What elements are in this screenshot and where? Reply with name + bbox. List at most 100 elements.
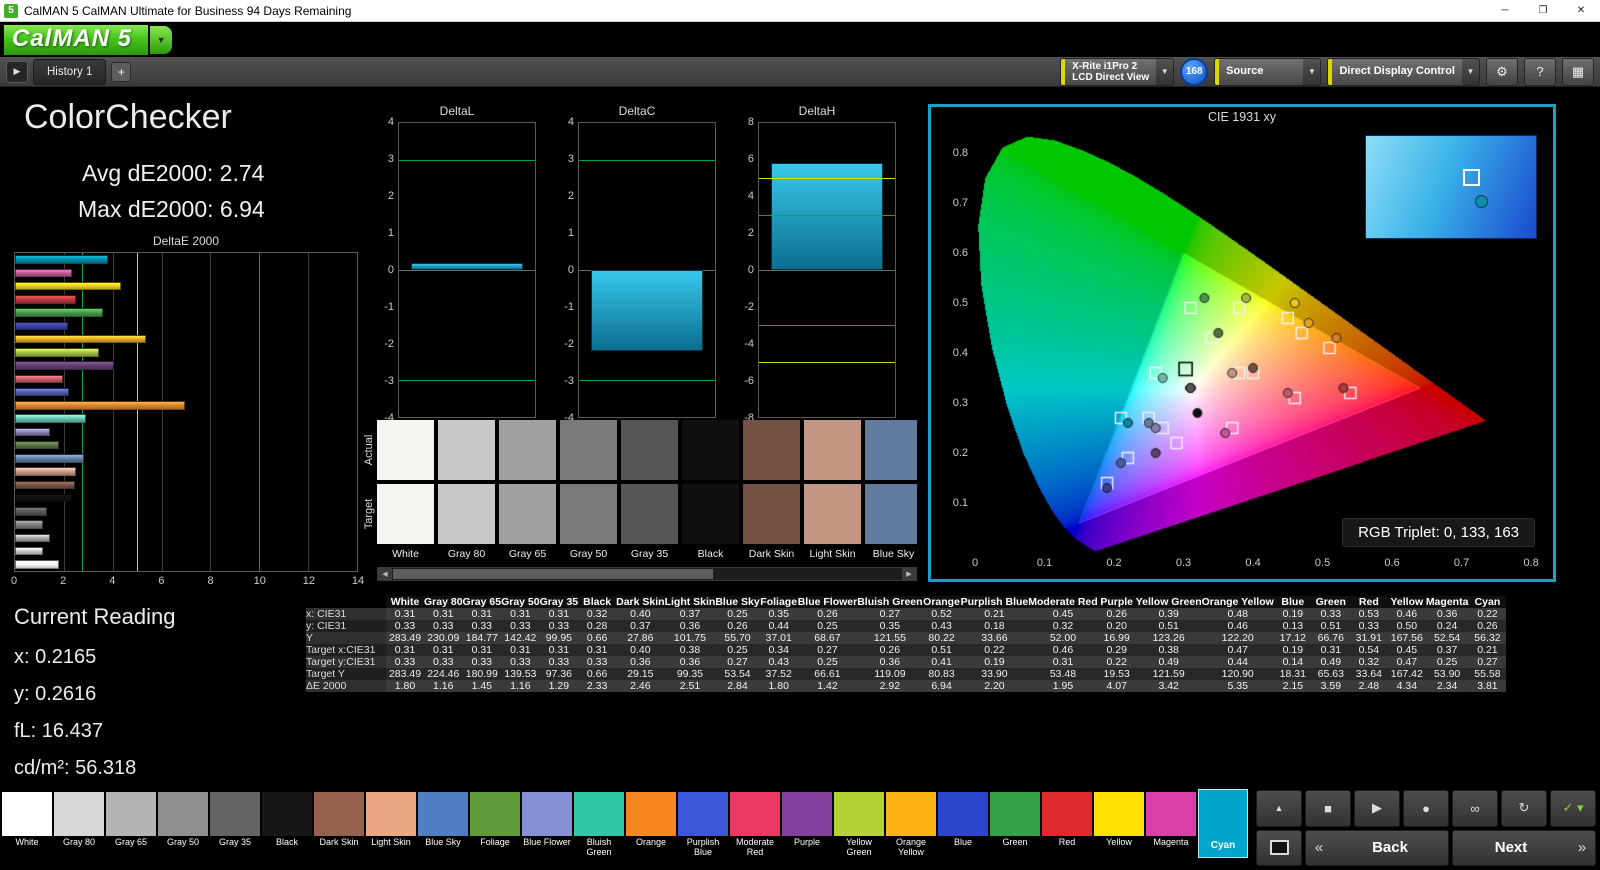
layout-toggle-button[interactable]: ▦ — [1562, 57, 1594, 86]
patch-tile-gray-35[interactable]: Gray 35 — [210, 792, 260, 858]
window-title: CalMAN 5 CalMAN Ultimate for Business 94… — [24, 3, 352, 18]
table-cell: 0.45 — [1028, 608, 1098, 620]
y-tick-label: 0.4 — [952, 347, 968, 359]
patch-tile-blue-sky[interactable]: Blue Sky — [418, 792, 468, 858]
source-dropdown[interactable]: Source ▼ — [1214, 57, 1322, 86]
deltae-bar-moderate-red — [15, 374, 63, 384]
x-tick-label: 0.2 — [1106, 557, 1122, 569]
display-window-button[interactable] — [1256, 829, 1302, 866]
swatch-scrollbar[interactable]: ◀ ▶ — [377, 567, 917, 581]
table-cell: 27.86 — [616, 632, 665, 644]
patch-tile-cyan[interactable]: Cyan — [1198, 789, 1248, 858]
deltae-bar-blue-flower — [15, 427, 50, 437]
help-button[interactable]: ? — [1524, 57, 1556, 86]
patch-tile-foliage[interactable]: Foliage — [470, 792, 520, 858]
table-cell: 31.91 — [1349, 632, 1388, 644]
next-button[interactable]: Next » — [1452, 829, 1596, 866]
x-tick-label: 0.1 — [1036, 557, 1053, 569]
patch-tile-dark-skin[interactable]: Dark Skin — [314, 792, 364, 858]
stop-button[interactable]: ■ — [1305, 790, 1351, 827]
patch-tile-red[interactable]: Red — [1042, 792, 1092, 858]
table-cell: 0.32 — [1028, 620, 1098, 632]
table-cell: 180.99 — [462, 668, 502, 680]
continuous-measure-button[interactable]: ∞ — [1452, 790, 1498, 827]
x-tick-label: 0.4 — [1245, 557, 1261, 569]
patch-tile-moderate-red[interactable]: Moderate Red — [730, 792, 780, 858]
patch-tile-green[interactable]: Green — [990, 792, 1040, 858]
display-control-dropdown[interactable]: Direct Display Control ▼ — [1327, 57, 1480, 86]
minimize-button[interactable]: ─ — [1486, 0, 1524, 21]
patch-tile-blue-flower[interactable]: Blue Flower — [522, 792, 572, 858]
patch-tile-purple[interactable]: Purple — [782, 792, 832, 858]
deltae-bar-foliage — [15, 440, 59, 450]
deltae-bar-yellow — [15, 281, 122, 291]
table-cell: 0.31 — [386, 644, 424, 656]
meter-dropdown[interactable]: X-Rite i1Pro 2 LCD Direct View ▼ — [1060, 57, 1175, 86]
scrollbar-thumb[interactable] — [393, 569, 713, 579]
calman-logo: CalMAN 5 — [4, 24, 149, 55]
table-cell: 0.34 — [759, 644, 798, 656]
table-cell: 0.33 — [462, 620, 502, 632]
scroll-right-icon[interactable]: ▶ — [902, 568, 916, 580]
deltae-2000-chart: DeltaE 2000 0 2 4 6 8 10 12 14 — [11, 234, 364, 591]
close-button[interactable]: ✕ — [1562, 0, 1600, 21]
swatch-label: Black — [697, 548, 724, 560]
patch-name: Light Skin — [371, 837, 411, 847]
table-cell: 0.19 — [1273, 644, 1312, 656]
workflow-nav-button[interactable]: ▶ — [6, 60, 28, 83]
scroll-left-icon[interactable]: ◀ — [378, 568, 392, 580]
monitor-icon — [1269, 840, 1289, 856]
column-header-green: Green — [1311, 596, 1350, 608]
column-header-yellow-green: Yellow Green — [1135, 596, 1202, 608]
patch-tile-yellow[interactable]: Yellow — [1094, 792, 1144, 858]
maximize-button[interactable]: ❐ — [1524, 0, 1562, 21]
current-x: x: 0.2165 — [14, 646, 97, 668]
deltae-bar-blue — [15, 321, 68, 331]
play-button[interactable]: ▶ — [1354, 790, 1400, 827]
patch-tile-gray-50[interactable]: Gray 50 — [158, 792, 208, 858]
record-button[interactable]: ● — [1403, 790, 1449, 827]
table-cell: 0.51 — [1135, 620, 1202, 632]
table-cell: 2.15 — [1273, 680, 1312, 692]
add-tab-button[interactable]: + — [111, 61, 132, 82]
patch-name: Moderate Red — [735, 837, 775, 857]
settings-button[interactable]: ⚙ — [1486, 57, 1518, 86]
y-tick-label: 2 — [387, 190, 394, 202]
table-cell: 0.33 — [386, 620, 424, 632]
patch-tile-gray-80[interactable]: Gray 80 — [54, 792, 104, 858]
refresh-button[interactable]: ↻ — [1501, 790, 1547, 827]
patch-tile-gray-65[interactable]: Gray 65 — [106, 792, 156, 858]
patch-tile-white[interactable]: White — [2, 792, 52, 858]
table-cell: 0.49 — [1311, 656, 1350, 668]
accept-reading-button[interactable]: ✓ ▾ — [1550, 790, 1596, 827]
table-cell: 29.15 — [616, 668, 665, 680]
patch-tile-yellow-green[interactable]: Yellow Green — [834, 792, 884, 858]
reference-line — [759, 178, 895, 180]
y-tick-label: 0 — [387, 264, 394, 276]
table-cell: 0.50 — [1387, 620, 1426, 632]
table-cell: 0.51 — [1311, 620, 1350, 632]
patch-color — [938, 792, 988, 836]
patch-tile-orange-yellow[interactable]: Orange Yellow — [886, 792, 936, 858]
row-label: Target y:CIE31 — [306, 656, 386, 668]
table-cell: 0.51 — [922, 644, 961, 656]
collapse-panel-button[interactable]: ▲ — [1256, 790, 1302, 827]
table-cell: 0.21 — [1468, 644, 1507, 656]
patch-tile-purplish-blue[interactable]: Purplish Blue — [678, 792, 728, 858]
delta-h-y-axis: 8 6 4 2 0 -2 -4 -6 -8 — [738, 116, 758, 424]
tab-history-1[interactable]: History 1 — [33, 58, 107, 85]
patch-tile-magenta[interactable]: Magenta — [1146, 792, 1196, 858]
table-cell: 17.12 — [1273, 632, 1312, 644]
patch-tile-bluish-green[interactable]: Bluish Green — [574, 792, 624, 858]
patch-tile-light-skin[interactable]: Light Skin — [366, 792, 416, 858]
back-button[interactable]: « Back — [1305, 829, 1449, 866]
patch-tile-black[interactable]: Black — [262, 792, 312, 858]
patch-color — [678, 792, 728, 836]
column-header-light-skin: Light Skin — [664, 596, 716, 608]
logo-dropdown[interactable]: ▼ — [150, 25, 173, 54]
table-cell: 97.36 — [539, 668, 579, 680]
patch-tile-orange[interactable]: Orange — [626, 792, 676, 858]
table-cell: 33.64 — [1349, 668, 1388, 680]
actual-swatch-gray-50 — [560, 420, 617, 480]
patch-tile-blue[interactable]: Blue — [938, 792, 988, 858]
